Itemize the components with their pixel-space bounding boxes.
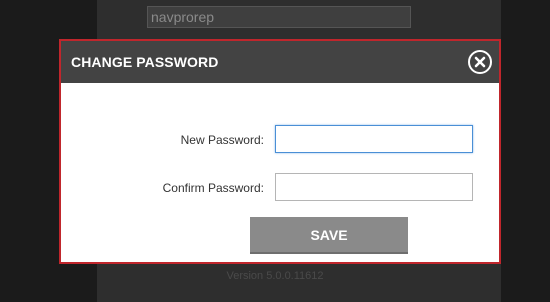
version-label: Version 5.0.0.11612: [226, 270, 324, 282]
new-password-input[interactable]: [275, 125, 473, 153]
confirm-password-label: Confirm Password:: [162, 181, 264, 195]
app-screen: navprorep Version 5.0.0.11612 CHANGE PAS…: [0, 0, 550, 302]
new-password-label: New Password:: [180, 133, 264, 147]
username-field-background: navprorep: [147, 6, 411, 28]
close-icon: [474, 56, 486, 68]
close-button[interactable]: [468, 50, 492, 74]
save-button[interactable]: SAVE: [250, 217, 408, 254]
dialog-title: CHANGE PASSWORD: [71, 54, 219, 70]
confirm-password-input[interactable]: [275, 173, 473, 201]
dialog-header: CHANGE PASSWORD: [61, 41, 499, 83]
change-password-dialog: CHANGE PASSWORD New Password: Confirm Pa…: [59, 39, 501, 264]
